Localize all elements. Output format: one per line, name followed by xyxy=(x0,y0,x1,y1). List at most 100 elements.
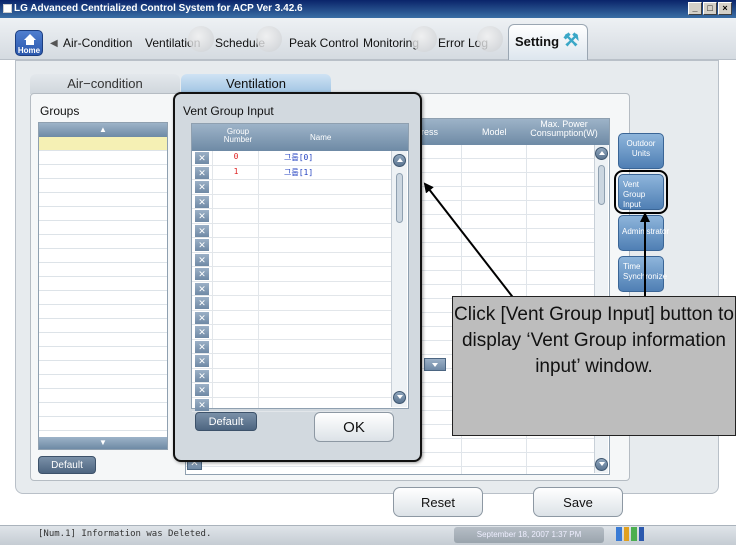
delete-row-icon[interactable]: ✕ xyxy=(195,369,209,382)
group-name-cell[interactable]: 그룹[0] xyxy=(284,152,313,163)
scroll-thumb[interactable] xyxy=(598,165,605,205)
table-row[interactable]: ✕ xyxy=(192,383,392,398)
list-item[interactable] xyxy=(39,179,167,193)
status-icon-blue xyxy=(616,527,622,541)
administrator-button[interactable]: Administrator xyxy=(618,215,669,251)
list-item[interactable] xyxy=(39,277,167,291)
table-row[interactable]: ✕ 1 그룹[1] xyxy=(192,166,392,180)
list-item[interactable] xyxy=(39,291,167,305)
vent-group-scrollbar[interactable] xyxy=(391,151,407,407)
delete-row-icon[interactable]: ✕ xyxy=(195,195,209,208)
list-item[interactable] xyxy=(39,319,167,333)
nav-left-arrow-icon[interactable]: ◀ xyxy=(50,38,58,49)
outdoor-units-button[interactable]: Outdoor Units xyxy=(618,133,664,169)
reset-button[interactable]: Reset xyxy=(393,487,483,517)
minimize-button[interactable]: _ xyxy=(688,2,702,15)
close-button[interactable]: × xyxy=(718,2,732,15)
ventilation-tab-icon xyxy=(188,26,214,52)
tab-air-condition[interactable]: Air-Condition xyxy=(63,36,132,50)
table-row[interactable]: ✕ xyxy=(192,180,392,195)
list-item[interactable] xyxy=(39,361,167,375)
list-item[interactable] xyxy=(39,221,167,235)
save-button[interactable]: Save xyxy=(533,487,623,517)
scroll-down-icon[interactable] xyxy=(393,391,406,404)
table-row[interactable]: ✕ xyxy=(192,354,392,369)
home-button[interactable]: Home xyxy=(15,30,43,56)
table-row[interactable]: ✕ xyxy=(192,325,392,340)
delete-row-icon[interactable]: ✕ xyxy=(195,166,209,179)
app-window: LG Advanced Centrialized Control System … xyxy=(0,0,736,545)
maximize-button[interactable]: □ xyxy=(703,2,717,15)
list-item[interactable] xyxy=(39,305,167,319)
window-controls: _ □ × xyxy=(688,2,732,15)
list-item[interactable] xyxy=(39,347,167,361)
table-row[interactable]: ✕ xyxy=(192,238,392,253)
scroll-down-icon[interactable] xyxy=(595,458,608,471)
group-number-cell[interactable]: 1 xyxy=(226,167,246,176)
table-row[interactable]: ✕ xyxy=(192,209,392,224)
delete-row-icon[interactable]: ✕ xyxy=(195,253,209,266)
list-item[interactable] xyxy=(39,249,167,263)
table-row[interactable]: ✕ xyxy=(192,398,392,412)
groups-scroll-down-button[interactable]: ▼ xyxy=(39,437,167,449)
column-header-max-power: Max. Power Consumption(W) xyxy=(530,119,598,138)
delete-row-icon[interactable]: ✕ xyxy=(195,355,209,367)
dialog-ok-button[interactable]: OK xyxy=(314,412,394,442)
instruction-callout: Click [Vent Group Input] button to displ… xyxy=(452,296,736,436)
list-item[interactable] xyxy=(39,403,167,417)
scroll-up-icon[interactable] xyxy=(595,147,608,160)
list-item[interactable] xyxy=(39,417,167,431)
list-item[interactable] xyxy=(39,333,167,347)
list-item[interactable] xyxy=(39,235,167,249)
list-item[interactable] xyxy=(39,193,167,207)
dropdown-arrow-button[interactable] xyxy=(424,358,446,371)
delete-row-icon[interactable]: ✕ xyxy=(195,326,209,338)
delete-row-icon[interactable]: ✕ xyxy=(195,398,209,411)
delete-row-icon[interactable]: ✕ xyxy=(195,239,209,251)
scroll-thumb[interactable] xyxy=(396,173,403,223)
group-number-cell[interactable]: 0 xyxy=(226,152,246,161)
tab-setting-label: Setting xyxy=(515,34,560,49)
time-synchronize-button[interactable]: Time Synchronize xyxy=(618,256,667,292)
groups-label: Groups xyxy=(40,104,80,118)
table-row[interactable]: ✕ xyxy=(192,282,392,296)
list-item[interactable] xyxy=(39,263,167,277)
table-row[interactable]: ✕ xyxy=(192,195,392,209)
table-row[interactable]: ✕ xyxy=(192,369,392,383)
table-row[interactable]: ✕ xyxy=(192,253,392,267)
delete-row-icon[interactable]: ✕ xyxy=(195,340,209,353)
list-item[interactable] xyxy=(39,375,167,389)
tab-peak-control[interactable]: Peak Control xyxy=(289,36,358,50)
scroll-up-icon[interactable] xyxy=(393,154,406,167)
delete-row-icon[interactable]: ✕ xyxy=(195,152,209,164)
delete-row-icon[interactable]: ✕ xyxy=(195,384,209,396)
delete-row-icon[interactable]: ✕ xyxy=(195,210,209,222)
delete-row-icon[interactable]: ✕ xyxy=(195,224,209,237)
table-row[interactable]: ✕ 0 그룹[0] xyxy=(192,151,392,166)
groups-list[interactable]: ▲ ▼ xyxy=(38,122,168,450)
list-item[interactable] xyxy=(39,165,167,179)
delete-row-icon[interactable]: ✕ xyxy=(195,268,209,280)
subtab-air-condition[interactable]: Air−condition xyxy=(30,74,180,94)
delete-row-icon[interactable]: ✕ xyxy=(195,297,209,309)
dialog-default-button[interactable]: Default xyxy=(195,412,257,431)
groups-scroll-up-button[interactable]: ▲ xyxy=(39,123,167,137)
delete-row-icon[interactable]: ✕ xyxy=(195,311,209,324)
table-row[interactable]: ✕ xyxy=(192,296,392,311)
status-indicator-icons xyxy=(616,527,644,543)
list-item[interactable] xyxy=(39,207,167,221)
delete-row-icon[interactable]: ✕ xyxy=(195,282,209,295)
tab-setting[interactable]: Setting ⚒ xyxy=(508,24,588,60)
table-row[interactable]: ✕ xyxy=(192,267,392,282)
vent-group-input-button[interactable]: Vent Group Input xyxy=(614,170,668,214)
table-row[interactable]: ✕ xyxy=(192,311,392,325)
list-item[interactable] xyxy=(39,389,167,403)
table-row[interactable]: ✕ xyxy=(192,340,392,354)
delete-row-icon[interactable]: ✕ xyxy=(195,181,209,193)
table-row[interactable]: ✕ xyxy=(192,224,392,238)
list-item[interactable] xyxy=(39,137,167,151)
group-name-cell[interactable]: 그룹[1] xyxy=(284,167,313,178)
list-item[interactable] xyxy=(39,151,167,165)
subtab-ventilation[interactable]: Ventilation xyxy=(181,74,331,94)
groups-default-button[interactable]: Default xyxy=(38,456,96,474)
